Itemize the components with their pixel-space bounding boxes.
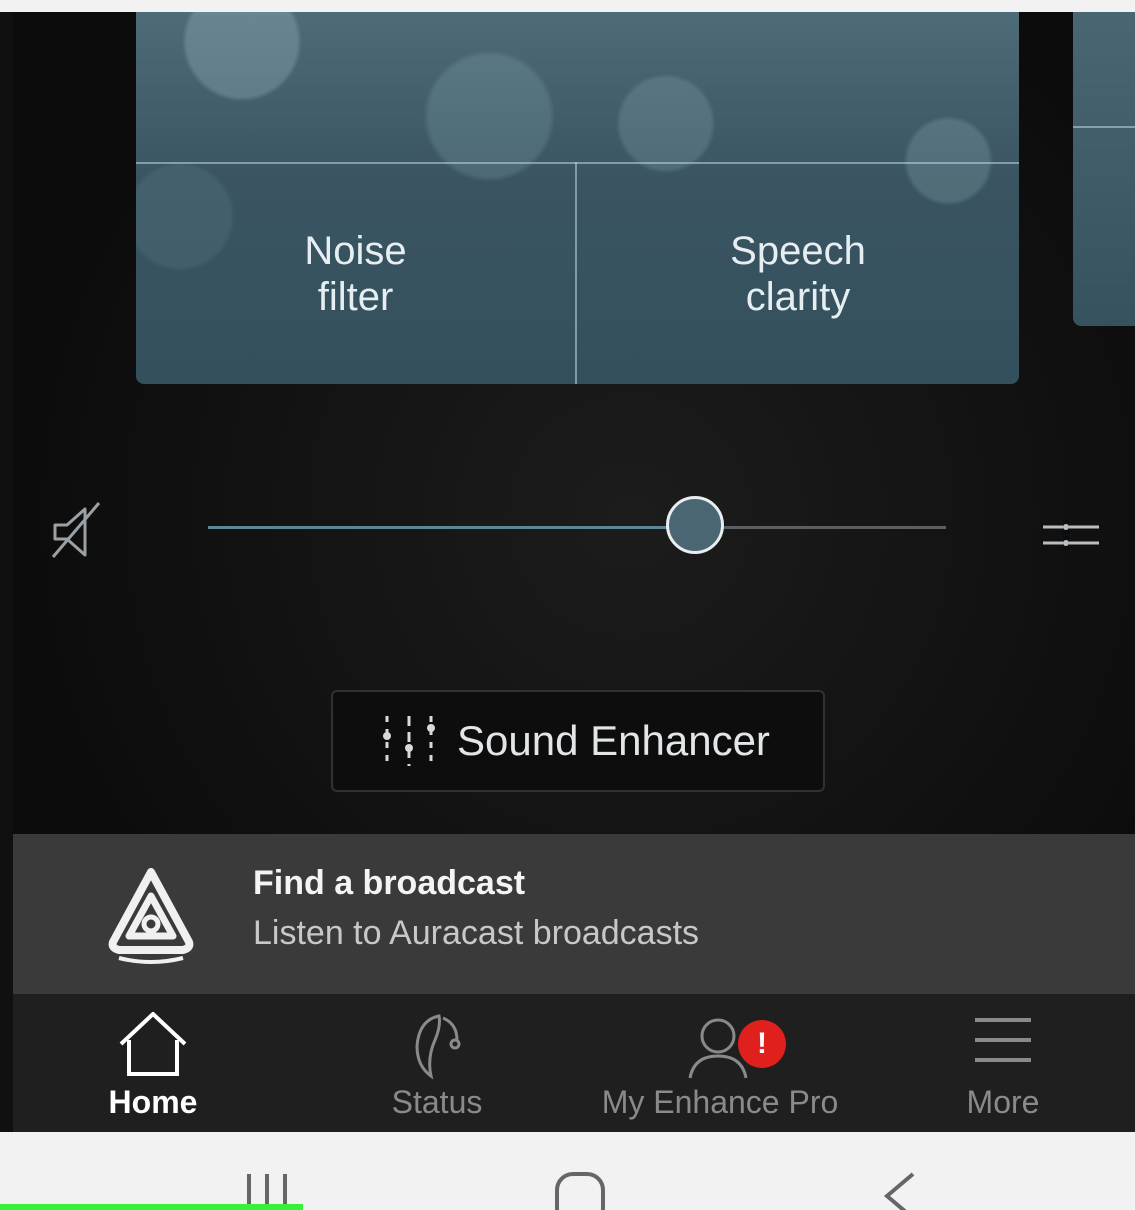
program-card: Noise filter Speech clarity (136, 12, 1019, 384)
speech-clarity-button[interactable]: Speech clarity (577, 164, 1019, 384)
tab-home[interactable]: Home (53, 994, 253, 1132)
broadcast-title: Find a broadcast (253, 864, 526, 902)
left-edge (0, 12, 13, 1132)
tab-my-enhance-pro-label: My Enhance Pro (601, 1084, 839, 1120)
progress-indicator (0, 1204, 303, 1210)
equalizer-icon (383, 716, 435, 766)
tab-home-label: Home (108, 1084, 198, 1120)
bottom-tab-bar: Home Status ! My Enhance Pro More (13, 994, 1135, 1132)
back-icon[interactable] (879, 1170, 919, 1210)
adjust-icon[interactable] (1041, 517, 1101, 553)
tab-more-label: More (966, 1084, 1040, 1120)
status-bar (0, 0, 1135, 12)
speech-clarity-label-1: Speech (730, 229, 866, 273)
volume-slider-thumb[interactable] (666, 496, 725, 554)
volume-slider-fill (208, 526, 696, 529)
next-program-card[interactable] (1073, 12, 1135, 326)
tab-my-enhance-pro[interactable]: ! My Enhance Pro (580, 994, 860, 1132)
sound-enhancer-label: Sound Enhancer (457, 717, 770, 764)
auracast-icon (108, 868, 194, 964)
menu-icon (975, 1018, 1031, 1062)
home-icon (119, 1012, 187, 1076)
tab-more[interactable]: More (903, 994, 1103, 1132)
broadcast-subtitle: Listen to Auracast broadcasts (253, 914, 700, 952)
system-nav-bar (13, 1132, 1135, 1210)
next-card-divider (1073, 126, 1135, 128)
tab-status-label: Status (391, 1084, 483, 1120)
speech-clarity-label-2: clarity (745, 275, 851, 319)
noise-filter-label-1: Noise (304, 229, 407, 273)
hearing-aid-icon (415, 1014, 461, 1080)
noise-filter-label-2: filter (317, 275, 394, 319)
find-broadcast-banner[interactable]: Find a broadcast Listen to Auracast broa… (13, 834, 1135, 994)
app-screen: Noise filter Speech clarity Sound Enhanc… (13, 12, 1135, 1132)
sound-enhancer-button[interactable]: Sound Enhancer (331, 690, 825, 792)
home-nav-icon[interactable] (553, 1170, 609, 1210)
tab-status[interactable]: Status (337, 994, 537, 1132)
volume-slider-track[interactable] (208, 526, 946, 529)
mute-icon[interactable] (49, 497, 109, 567)
notification-badge: ! (738, 1020, 786, 1068)
noise-filter-button[interactable]: Noise filter (136, 164, 575, 384)
